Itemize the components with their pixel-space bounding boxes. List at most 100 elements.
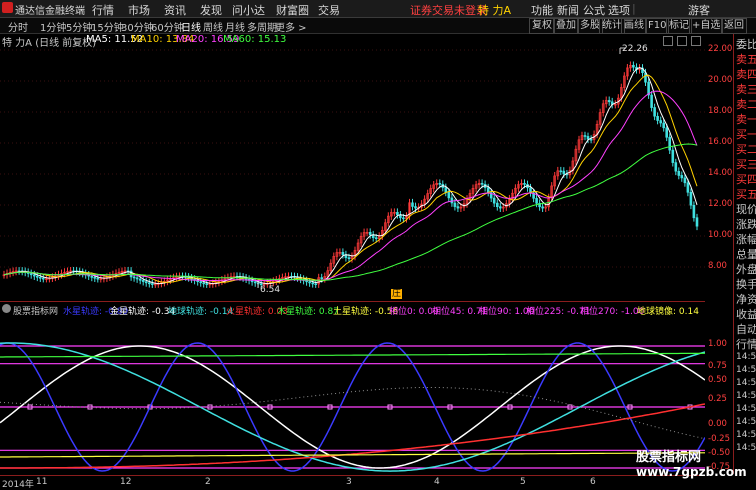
indicator-value: 相位270: -1.00 bbox=[580, 307, 645, 317]
panel-label-buy2: 买二 bbox=[736, 143, 756, 156]
candle-body bbox=[632, 64, 635, 68]
tick-time: 14:56 bbox=[736, 365, 756, 375]
period-daily[interactable]: 日线 bbox=[181, 19, 201, 34]
x-tick: 5 bbox=[520, 477, 526, 487]
tool-overlay[interactable]: 叠加 bbox=[553, 18, 579, 34]
tick-time: 14:56 bbox=[736, 417, 756, 427]
period-60min[interactable]: 60分钟 bbox=[151, 19, 184, 34]
panel-label-buy4: 买四 bbox=[736, 173, 756, 186]
indicator-toggle-icon[interactable] bbox=[2, 304, 11, 313]
menu-item-formula[interactable]: 公式 bbox=[583, 2, 605, 18]
menu-item-discover[interactable]: 发现 bbox=[200, 2, 222, 18]
panel-label-changepct: 涨幅 bbox=[736, 233, 756, 246]
panel-label-sell1: 卖一 bbox=[736, 113, 756, 126]
tool-add-favorite[interactable]: +自选 bbox=[689, 18, 724, 34]
low-price-label: 6.54 bbox=[260, 285, 281, 295]
app-logo-icon bbox=[2, 2, 13, 13]
panel-label-turnover: 换手 bbox=[736, 278, 756, 291]
ma-line bbox=[3, 143, 698, 281]
chart-settings-icon[interactable] bbox=[663, 36, 673, 46]
panel-label-sell2: 卖二 bbox=[736, 98, 756, 111]
period-30min[interactable]: 30分钟 bbox=[121, 19, 154, 34]
menu-item-options[interactable]: 选项 bbox=[608, 2, 630, 18]
indicator-value: 地球轨迹: -0.14 bbox=[168, 307, 234, 317]
panel-label-price: 现价 bbox=[736, 203, 756, 216]
y-tick: 1.00 bbox=[708, 339, 727, 349]
indicator-value: 地球镜像: 0.14 bbox=[637, 307, 699, 317]
indicator-lines bbox=[0, 342, 705, 472]
menu-item-newsfeed[interactable]: 新闻 bbox=[557, 2, 579, 18]
candles bbox=[2, 61, 699, 288]
panel-button-auto[interactable]: 自动 bbox=[736, 321, 756, 337]
candle-body bbox=[396, 212, 399, 216]
candle-body bbox=[141, 280, 145, 282]
menu-item-ask[interactable]: 问小达 bbox=[232, 2, 265, 18]
period-5min[interactable]: 5分钟 bbox=[66, 19, 92, 34]
menu-item-quotes[interactable]: 行情 bbox=[92, 2, 114, 18]
candle-body bbox=[541, 206, 544, 209]
period-weekly[interactable]: 周线 bbox=[203, 19, 223, 34]
chart-maximize-icon[interactable] bbox=[691, 36, 701, 46]
period-multi[interactable]: 多周期 bbox=[247, 19, 277, 34]
period-more[interactable]: 更多 > bbox=[275, 19, 307, 34]
candle-body bbox=[689, 192, 693, 206]
menu-item-news[interactable]: 资讯 bbox=[164, 2, 186, 18]
y-tick: 8.00 bbox=[708, 261, 727, 271]
indicator-name[interactable]: 股票指标网 bbox=[13, 304, 58, 317]
mars-line bbox=[0, 403, 705, 469]
main-chart-header: 特 力A (日线 前复权) MA5: 11.52 MA10: 13.84 MA2… bbox=[0, 34, 705, 49]
chart-minimize-icon[interactable] bbox=[677, 36, 687, 46]
period-15min[interactable]: 15分钟 bbox=[91, 19, 124, 34]
panel-label-change: 涨跌 bbox=[736, 218, 756, 231]
candle-body bbox=[374, 237, 378, 239]
panel-label-quotes: 行情 bbox=[736, 338, 756, 351]
tool-back[interactable]: 返回 bbox=[721, 18, 747, 34]
main-grid bbox=[0, 49, 705, 268]
candle-body bbox=[498, 206, 502, 209]
candle-body bbox=[686, 182, 690, 193]
menu-item-wealth[interactable]: 财富圈 bbox=[276, 2, 309, 18]
candle-body bbox=[199, 281, 202, 284]
candle-body bbox=[93, 277, 97, 279]
watermark-url: www.7gpzb.com bbox=[636, 465, 747, 479]
tool-adjust[interactable]: 复权 bbox=[529, 18, 555, 34]
panel-label-sell5: 卖五 bbox=[736, 53, 756, 66]
tool-draw[interactable]: 画线 bbox=[621, 18, 647, 34]
candle-body bbox=[653, 107, 656, 117]
candle-body bbox=[650, 94, 653, 108]
candle-body bbox=[438, 183, 442, 185]
candle-body bbox=[347, 257, 351, 259]
y-tick: 0.75 bbox=[708, 361, 727, 371]
y-tick: 0.50 bbox=[708, 375, 727, 385]
indicator-chart[interactable] bbox=[0, 302, 705, 474]
menu-item-trade[interactable]: 交易 bbox=[318, 2, 340, 18]
period-tick[interactable]: 分时 bbox=[8, 19, 28, 34]
ma60-label: MA60: 15.13 bbox=[223, 34, 287, 45]
menu-item-function[interactable]: 功能 bbox=[531, 2, 553, 18]
candle-body bbox=[659, 120, 663, 124]
panel-label-sell4: 卖四 bbox=[736, 68, 756, 81]
guest-label[interactable]: 游客 bbox=[688, 2, 710, 18]
y-tick: 16.00 bbox=[708, 137, 733, 147]
panel-label-weibi: 委比 bbox=[736, 38, 756, 51]
candle-body bbox=[562, 170, 566, 175]
period-toolbar: 分时 1分钟 5分钟 15分钟 30分钟 60分钟 日线 周线 月线 多周期 更… bbox=[0, 18, 756, 34]
menu-item-market[interactable]: 市场 bbox=[128, 2, 150, 18]
candle-body bbox=[205, 283, 208, 285]
candle-body bbox=[683, 177, 687, 184]
candle-body bbox=[148, 282, 151, 285]
candle-body bbox=[656, 116, 659, 121]
login-alert[interactable]: 证券交易未登录 bbox=[410, 2, 487, 18]
candlestick-chart[interactable] bbox=[0, 34, 705, 300]
candle-body bbox=[589, 138, 593, 141]
candle-body bbox=[692, 205, 696, 219]
period-monthly[interactable]: 月线 bbox=[225, 19, 245, 34]
candle-body bbox=[662, 122, 666, 129]
jupiter-line bbox=[0, 352, 705, 358]
period-1min[interactable]: 1分钟 bbox=[40, 19, 66, 34]
candle-body bbox=[668, 136, 672, 151]
high-price-label: 22.26 bbox=[622, 44, 648, 54]
tick-time: 14:56 bbox=[736, 430, 756, 440]
y-tick: 0.00 bbox=[708, 419, 727, 429]
x-tick: 12 bbox=[120, 477, 132, 487]
